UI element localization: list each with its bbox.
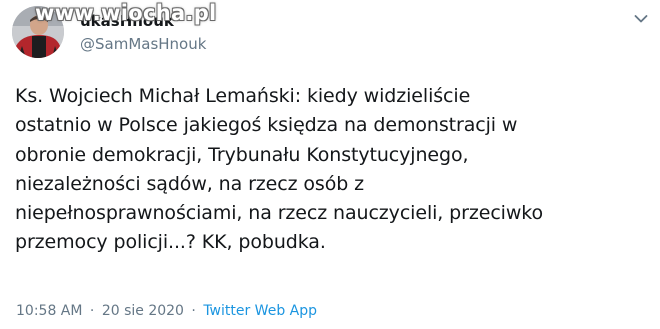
meta-separator: · [191, 303, 196, 319]
tweet-metadata: 10:58 AM · 20 sie 2020 · Twitter Web App [16, 302, 317, 320]
tweet-text-line: ostatnio w Polsce jakiegoś księdza na de… [15, 114, 518, 137]
tweet-author[interactable]: ukasHnouk @SamMasHnouk [76, 11, 436, 57]
avatar[interactable] [12, 6, 64, 58]
chevron-down-icon[interactable] [634, 14, 648, 24]
tweet-time[interactable]: 10:58 AM [16, 303, 82, 319]
tweet-text-line: niezależności sądów, na rzecz osób z [15, 172, 365, 195]
meta-separator: · [89, 303, 95, 319]
tweet-source-link[interactable]: Twitter Web App [203, 303, 317, 319]
tweet-text: Ks. Wojciech Michał Lemański: kiedy widz… [15, 82, 645, 258]
tweet-date[interactable]: 20 sie 2020 [102, 303, 184, 319]
tweet-text-line: Ks. Wojciech Michał Lemański: kiedy widz… [15, 85, 471, 107]
user-handle[interactable]: @SamMasHnouk [80, 35, 206, 53]
avatar-image [12, 6, 64, 58]
display-name[interactable]: ukasHnouk [80, 11, 174, 31]
tweet-card: ukasHnouk @SamMasHnouk www.wiocha.pl Ks.… [0, 0, 660, 329]
tweet-text-line: niepełnosprawnościami, na rzecz nauczyci… [15, 202, 544, 225]
tweet-text-line: przemocy policji...? KK, pobudka. [15, 231, 326, 254]
tweet-text-line: obronie demokracji, Trybunału Konstytucy… [15, 143, 469, 166]
